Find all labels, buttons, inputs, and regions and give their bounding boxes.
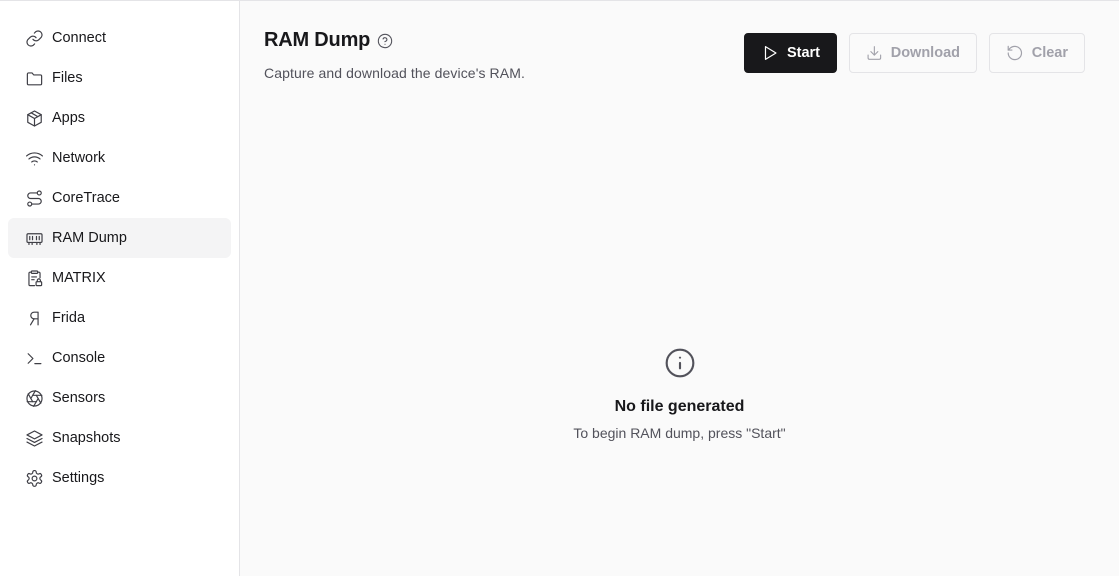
empty-state-title: No file generated xyxy=(614,398,745,415)
download-button[interactable]: Download xyxy=(849,33,977,73)
clipboard-lock-icon xyxy=(24,268,44,288)
sidebar-item-label: Console xyxy=(52,350,106,366)
aperture-icon xyxy=(24,388,44,408)
sidebar-item-settings[interactable]: Settings xyxy=(8,458,231,498)
app-window: Connect Files Apps Network CoreTrace RAM… xyxy=(0,0,1119,576)
start-button-label: Start xyxy=(786,45,820,61)
sidebar-item-ram-dump[interactable]: RAM Dump xyxy=(8,218,231,258)
sidebar-item-label: Connect xyxy=(52,30,107,46)
download-icon xyxy=(867,46,882,60)
clear-button[interactable]: Clear xyxy=(989,33,1085,73)
wifi-icon xyxy=(24,148,44,168)
sidebar-item-connect[interactable]: Connect xyxy=(8,18,231,58)
sidebar-item-label: Network xyxy=(52,150,106,166)
clear-button-label: Clear xyxy=(1031,45,1068,61)
route-icon xyxy=(24,188,44,208)
sidebar-item-frida[interactable]: Frida xyxy=(8,298,231,338)
empty-state: No file generated To begin RAM dump, pre… xyxy=(240,347,1119,441)
main-content: RAM Dump Capture and download the device… xyxy=(240,1,1119,576)
empty-state-message: To begin RAM dump, press "Start" xyxy=(573,425,786,441)
terminal-icon xyxy=(24,348,44,368)
sidebar-item-label: RAM Dump xyxy=(52,230,127,246)
sidebar-item-label: Snapshots xyxy=(52,430,121,446)
start-button[interactable]: Start xyxy=(744,33,837,73)
sidebar-item-label: MATRIX xyxy=(52,270,106,286)
sidebar-item-label: Settings xyxy=(52,470,105,486)
sidebar-item-matrix[interactable]: MATRIX xyxy=(8,258,231,298)
sidebar: Connect Files Apps Network CoreTrace RAM… xyxy=(0,1,240,576)
title-row: RAM Dump xyxy=(264,29,525,52)
sidebar-item-label: Files xyxy=(52,70,83,86)
sidebar-item-coretrace[interactable]: CoreTrace xyxy=(8,178,231,218)
memory-stick-icon xyxy=(24,228,44,248)
folder-icon xyxy=(24,68,44,88)
toolbar: Start Download Clear xyxy=(744,33,1085,73)
play-icon xyxy=(764,46,777,60)
gear-icon xyxy=(24,468,44,488)
info-icon xyxy=(664,347,696,384)
sidebar-item-sensors[interactable]: Sensors xyxy=(8,378,231,418)
sidebar-item-label: CoreTrace xyxy=(52,190,120,206)
rotate-ccw-icon xyxy=(1007,45,1023,61)
sidebar-item-label: Apps xyxy=(52,110,86,126)
sidebar-item-label: Sensors xyxy=(52,390,106,406)
layers-icon xyxy=(24,428,44,448)
page-header: RAM Dump Capture and download the device… xyxy=(264,29,525,81)
sidebar-item-network[interactable]: Network xyxy=(8,138,231,178)
page-subtitle: Capture and download the device's RAM. xyxy=(264,65,525,81)
link-icon xyxy=(24,28,44,48)
frida-icon xyxy=(24,308,44,328)
sidebar-item-files[interactable]: Files xyxy=(8,58,231,98)
sidebar-item-console[interactable]: Console xyxy=(8,338,231,378)
sidebar-item-label: Frida xyxy=(52,310,86,326)
package-icon xyxy=(24,108,44,128)
download-button-label: Download xyxy=(890,45,960,61)
help-circle-icon[interactable] xyxy=(377,33,393,49)
page-title: RAM Dump xyxy=(264,29,371,51)
sidebar-item-apps[interactable]: Apps xyxy=(8,98,231,138)
sidebar-item-snapshots[interactable]: Snapshots xyxy=(8,418,231,458)
